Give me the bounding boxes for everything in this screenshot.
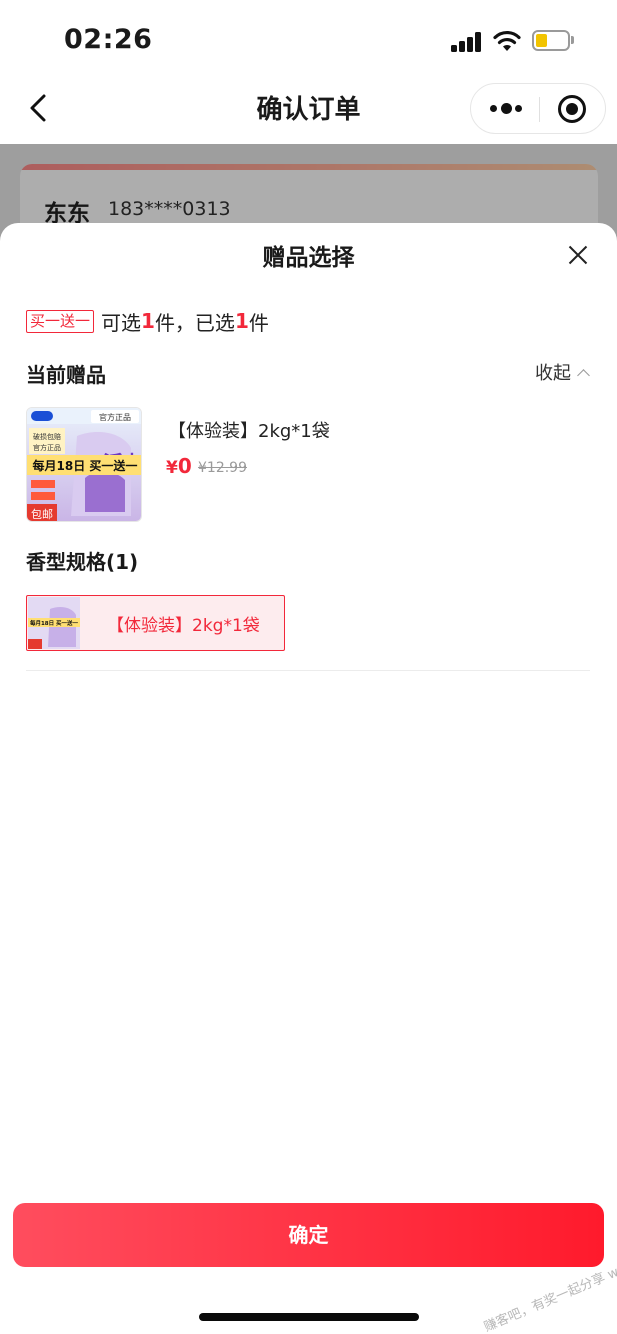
status-time: 02:26 (64, 24, 153, 55)
battery-icon (532, 30, 570, 51)
spec-heading: 香型规格(1) (26, 550, 139, 574)
wifi-icon (493, 30, 521, 51)
collapse-button[interactable]: 收起 (535, 359, 590, 385)
spec-option-selected[interactable]: 每月18日 买一送一 【体验装】2kg*1袋 (26, 595, 285, 651)
promo-tag: 买一送一 (26, 309, 95, 333)
spec-option-label: 【体验装】2kg*1袋 (107, 616, 260, 636)
gift-price: ¥0 (166, 454, 192, 478)
chevron-up-icon (577, 368, 590, 382)
status-bar: 02:26 (0, 0, 617, 80)
gift-original-price: ¥12.99 (198, 460, 247, 476)
current-gift-heading: 当前赠品 (26, 363, 106, 387)
svg-text:破损包赔: 破损包赔 (33, 432, 61, 441)
nav-bar: 确认订单 (0, 80, 617, 144)
selectable-count: 1 (141, 309, 155, 333)
svg-text:包邮: 包邮 (31, 508, 53, 521)
collapse-label: 收起 (535, 363, 571, 384)
cellular-signal-icon (451, 30, 483, 52)
miniprogram-capsule (470, 83, 606, 134)
sheet-title: 赠品选择 (262, 245, 355, 271)
svg-text:官方正品: 官方正品 (33, 443, 61, 452)
more-dots-icon[interactable] (490, 103, 522, 115)
svg-text:每月18日 买一送一: 每月18日 买一送一 (30, 619, 79, 627)
confirm-button[interactable]: 确定 (13, 1203, 604, 1267)
svg-text:每月18日 买一送一: 每月18日 买一送一 (33, 458, 138, 473)
home-indicator (199, 1313, 419, 1321)
selected-count: 1 (234, 309, 249, 333)
promo-row: 买一送一 可选 1 件，已选 1 件 (26, 308, 269, 335)
close-icon[interactable] (568, 245, 588, 265)
gift-name: 【体验装】2kg*1袋 (168, 421, 330, 442)
gift-selection-sheet: 赠品选择 买一送一 可选1件，已选1件 当前赠品 收起 官方正品 活力 (0, 223, 617, 1334)
gift-product-image: 官方正品 活力 破损包赔 官方正品 每月18日 买一送一 包邮 (26, 407, 142, 522)
spec-thumbnail: 每月18日 买一送一 (28, 597, 80, 649)
divider (26, 670, 590, 671)
close-miniprogram-icon[interactable] (558, 95, 586, 123)
svg-text:官方正品: 官方正品 (99, 412, 131, 422)
